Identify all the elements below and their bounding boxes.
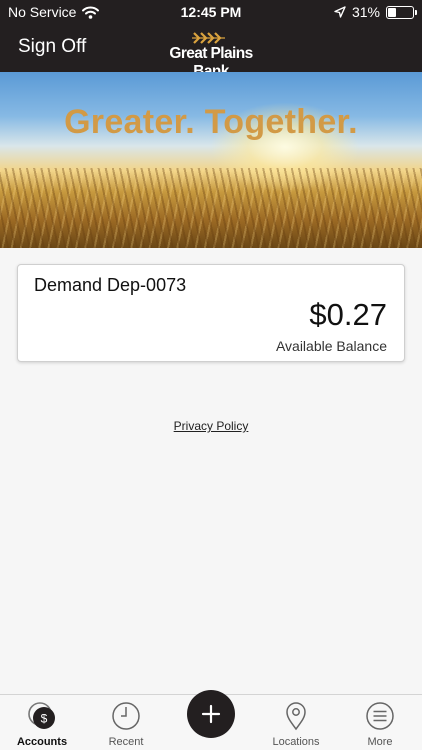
tab-locations-label: Locations	[272, 736, 320, 748]
account-card[interactable]: Demand Dep-0073 $0.27 Available Balance	[17, 264, 405, 362]
tab-more-label: More	[367, 736, 393, 748]
tab-accounts-label: Accounts	[16, 736, 68, 748]
tab-more[interactable]: More	[338, 695, 422, 750]
nav-bar: Sign Off Great Plains Bank	[0, 24, 422, 80]
wheat-field	[0, 168, 422, 248]
sign-off-button[interactable]: Sign Off	[18, 36, 86, 58]
battery-fill	[388, 7, 397, 17]
bank-logo: Great Plains Bank	[150, 32, 272, 80]
svg-text:$: $	[41, 712, 48, 726]
map-pin-icon	[286, 702, 306, 731]
privacy-container: Privacy Policy	[0, 417, 422, 435]
tab-accounts[interactable]: $ Accounts	[0, 695, 84, 750]
hero-banner: Greater. Together.	[0, 72, 422, 248]
logo-chevrons-icon	[192, 32, 225, 44]
hero-tagline: Greater. Together.	[64, 103, 358, 141]
status-right: 31%	[334, 4, 417, 20]
account-name: Demand Dep-0073	[34, 275, 187, 295]
account-balance: $0.27	[309, 297, 387, 332]
clock-icon	[112, 702, 140, 730]
location-arrow-icon	[334, 6, 346, 18]
balance-label: Available Balance	[275, 338, 387, 354]
plus-icon	[201, 704, 221, 724]
accounts-dollar-icon: $	[28, 702, 55, 729]
status-bar: No Service 12:45 PM 31%	[0, 0, 422, 24]
tab-recent[interactable]: Recent	[84, 695, 168, 750]
tab-locations[interactable]: Locations	[254, 695, 338, 750]
tab-recent-label: Recent	[108, 736, 144, 748]
menu-icon	[366, 702, 394, 730]
privacy-policy-link[interactable]: Privacy Policy	[174, 419, 249, 433]
add-button[interactable]	[187, 690, 235, 738]
battery-percent: 31%	[351, 4, 380, 20]
battery-icon	[386, 5, 417, 19]
